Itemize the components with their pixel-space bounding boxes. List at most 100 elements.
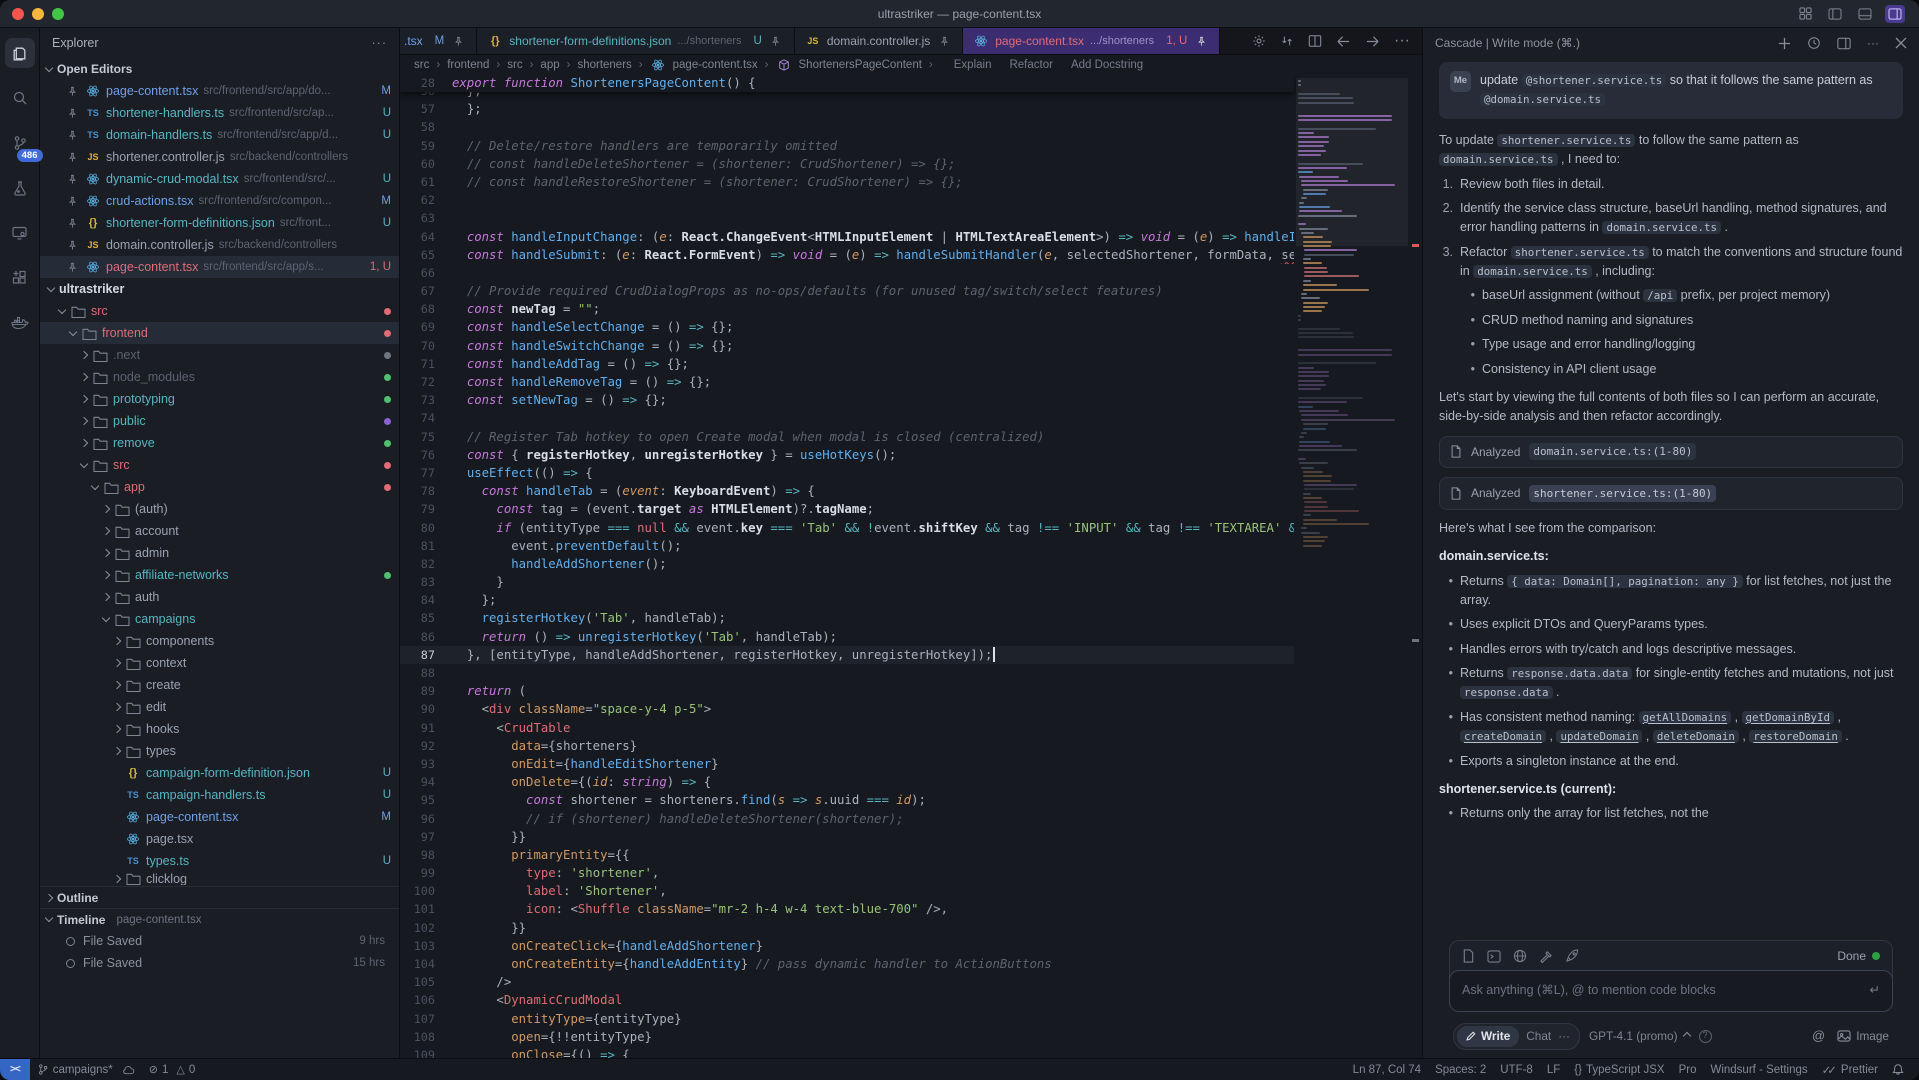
artifact-file-icon[interactable] [1462, 949, 1475, 963]
open-editor-item[interactable]: {}shortener-form-definitions.jsonsrc/fro… [40, 212, 399, 234]
codelens-add-docstring[interactable]: Add Docstring [1071, 59, 1143, 71]
status-item-spaces-2[interactable]: Spaces: 2 [1428, 1064, 1493, 1076]
tools-hammer-icon[interactable] [1539, 950, 1553, 963]
open-editor-item[interactable]: page-content.tsxsrc/frontend/src/app/s..… [40, 256, 399, 278]
tree-item-.next[interactable]: .next [40, 344, 399, 366]
tree-item-page-content.tsx[interactable]: page-content.tsxM [40, 806, 399, 828]
toggle-sidebar-icon[interactable] [1825, 5, 1845, 23]
minimize-window-button[interactable] [32, 8, 44, 20]
status-item-windsurf-settings[interactable]: Windsurf - Settings [1703, 1064, 1814, 1076]
tree-item-edit[interactable]: edit [40, 696, 399, 718]
open-editor-item[interactable]: JSshortener.controller.jssrc/backend/con… [40, 146, 399, 168]
tool-call-target[interactable]: domain.service.ts:(1-80) [1529, 443, 1696, 460]
tree-item-(auth)[interactable]: (auth) [40, 498, 399, 520]
open-editor-item[interactable]: page-content.tsxsrc/frontend/src/app/do.… [40, 80, 399, 102]
tree-item-page.tsx[interactable]: page.tsx [40, 828, 399, 850]
navigate-back-icon[interactable] [1336, 35, 1351, 48]
tree-item-node_modules[interactable]: node_modules [40, 366, 399, 388]
tree-item-types[interactable]: types [40, 740, 399, 762]
git-branch-item[interactable]: campaigns* [30, 1059, 142, 1080]
open-changes-icon[interactable] [1280, 34, 1294, 48]
tree-item-clicklog[interactable]: clicklog [40, 872, 399, 885]
explorer-more-icon[interactable]: ··· [372, 36, 388, 50]
breadcrumb-item[interactable]: shorteners [577, 59, 631, 71]
breadcrumb-item[interactable]: src [414, 59, 429, 71]
tree-item-create[interactable]: create [40, 674, 399, 696]
codelens-explain[interactable]: Explain [954, 59, 992, 71]
history-icon[interactable] [1807, 36, 1821, 50]
status-item-utf-8[interactable]: UTF-8 [1493, 1064, 1540, 1076]
close-window-button[interactable] [12, 8, 24, 20]
status-item-prettier[interactable]: ✓✓Prettier [1815, 1063, 1885, 1077]
status-item-ln-87-col-74[interactable]: Ln 87, Col 74 [1346, 1064, 1428, 1076]
model-selector[interactable]: GPT-4.1 (promo) [1589, 1027, 1678, 1045]
code-editor[interactable]: 28export function ShortenersPageContent(… [400, 74, 1422, 1058]
new-conversation-icon[interactable] [1778, 37, 1791, 50]
minimap[interactable] [1296, 74, 1408, 1058]
timeline-event[interactable]: File Saved9 hrs [40, 930, 399, 952]
tab-domain.controller.js[interactable]: JSdomain.controller.js [795, 28, 963, 54]
tree-item-affiliate-networks[interactable]: affiliate-networks [40, 564, 399, 586]
tree-item-auth[interactable]: auth [40, 586, 399, 608]
terminal-icon[interactable] [1487, 950, 1501, 963]
search-icon[interactable] [5, 83, 35, 113]
status-item-bell[interactable] [1885, 1063, 1911, 1076]
status-item-typescript-jsx[interactable]: {}TypeScript JSX [1567, 1064, 1671, 1076]
source-control-icon[interactable]: 486 [5, 128, 35, 158]
tree-item-public[interactable]: public [40, 410, 399, 432]
rocket-icon[interactable] [1565, 949, 1579, 963]
docker-icon[interactable] [5, 308, 35, 338]
tree-item-remove[interactable]: remove [40, 432, 399, 454]
mode-write-button[interactable]: Write [1457, 1026, 1519, 1047]
breadcrumb-item[interactable]: app [540, 59, 559, 71]
open-editors-header[interactable]: Open Editors [40, 58, 399, 80]
tab-page-content.tsx[interactable]: page-content.tsx.../shorteners1, U [963, 28, 1220, 54]
tool-call-target[interactable]: shortener.service.ts:(1-80) [1529, 485, 1716, 502]
tool-call-row[interactable]: Analyzeddomain.service.ts:(1-80) [1439, 436, 1903, 469]
tree-item-campaign-handlers.ts[interactable]: TScampaign-handlers.tsU [40, 784, 399, 806]
tree-item-ultrastriker[interactable]: ultrastriker [40, 278, 399, 300]
status-item-pro[interactable]: Pro [1672, 1064, 1704, 1076]
remote-indicator[interactable]: >< [0, 1059, 30, 1080]
globe-icon[interactable] [1513, 949, 1527, 963]
grid-layout-icon[interactable] [1795, 5, 1815, 23]
close-panel-icon[interactable] [1895, 37, 1907, 49]
mode-chat-button[interactable]: Chat [1526, 1027, 1551, 1045]
editor-more-actions-icon[interactable]: ··· [1394, 32, 1410, 50]
editor-settings-gear-icon[interactable] [1252, 34, 1266, 48]
run-debug-icon[interactable] [5, 173, 35, 203]
open-editor-item[interactable]: TSshortener-handlers.tssrc/frontend/src/… [40, 102, 399, 124]
extensions-icon[interactable] [5, 263, 35, 293]
breadcrumb-symbol[interactable]: ShortenersPageContent [799, 59, 922, 71]
mode-more-button[interactable]: ··· [1558, 1027, 1576, 1045]
tree-item-app[interactable]: app [40, 476, 399, 498]
breadcrumb-file[interactable]: page-content.tsx [673, 59, 758, 71]
open-editor-item[interactable]: dynamic-crud-modal.tsxsrc/frontend/src/.… [40, 168, 399, 190]
chat-input[interactable]: Ask anything (⌘L), @ to mention code blo… [1449, 970, 1893, 1011]
problems-item[interactable]: ⊘ 1 △ 0 [142, 1059, 203, 1080]
breadcrumb-item[interactable]: src [507, 59, 522, 71]
navigate-forward-icon[interactable] [1365, 35, 1380, 48]
breadcrumb-item[interactable]: frontend [447, 59, 489, 71]
status-item-lf[interactable]: LF [1540, 1064, 1567, 1076]
maximize-window-button[interactable] [52, 8, 64, 20]
timeline-section-header[interactable]: Timeline page-content.tsx [40, 909, 399, 930]
tree-item-src[interactable]: src [40, 454, 399, 476]
tree-item-campaigns[interactable]: campaigns [40, 608, 399, 630]
toggle-cascade-icon[interactable] [1885, 5, 1905, 23]
tool-call-row[interactable]: Analyzedshortener.service.ts:(1-80) [1439, 477, 1903, 510]
tree-item-account[interactable]: account [40, 520, 399, 542]
open-editor-item[interactable]: JSdomain.controller.jssrc/backend/contro… [40, 234, 399, 256]
toggle-panel-icon[interactable] [1855, 5, 1875, 23]
tree-item-context[interactable]: context [40, 652, 399, 674]
tree-item-campaign-form-definition.json[interactable]: {}campaign-form-definition.jsonU [40, 762, 399, 784]
tree-item-prototyping[interactable]: prototyping [40, 388, 399, 410]
send-return-icon[interactable]: ↵ [1870, 981, 1880, 1000]
outline-section-header[interactable]: Outline [40, 887, 399, 908]
tree-item-types.ts[interactable]: TStypes.tsU [40, 850, 399, 872]
cascade-more-icon[interactable]: ··· [1867, 36, 1879, 50]
remote-explorer-icon[interactable] [5, 218, 35, 248]
timeline-event[interactable]: File Saved15 hrs [40, 952, 399, 974]
tree-item-src[interactable]: src [40, 300, 399, 322]
open-editor-item[interactable]: TSdomain-handlers.tssrc/frontend/src/app… [40, 124, 399, 146]
